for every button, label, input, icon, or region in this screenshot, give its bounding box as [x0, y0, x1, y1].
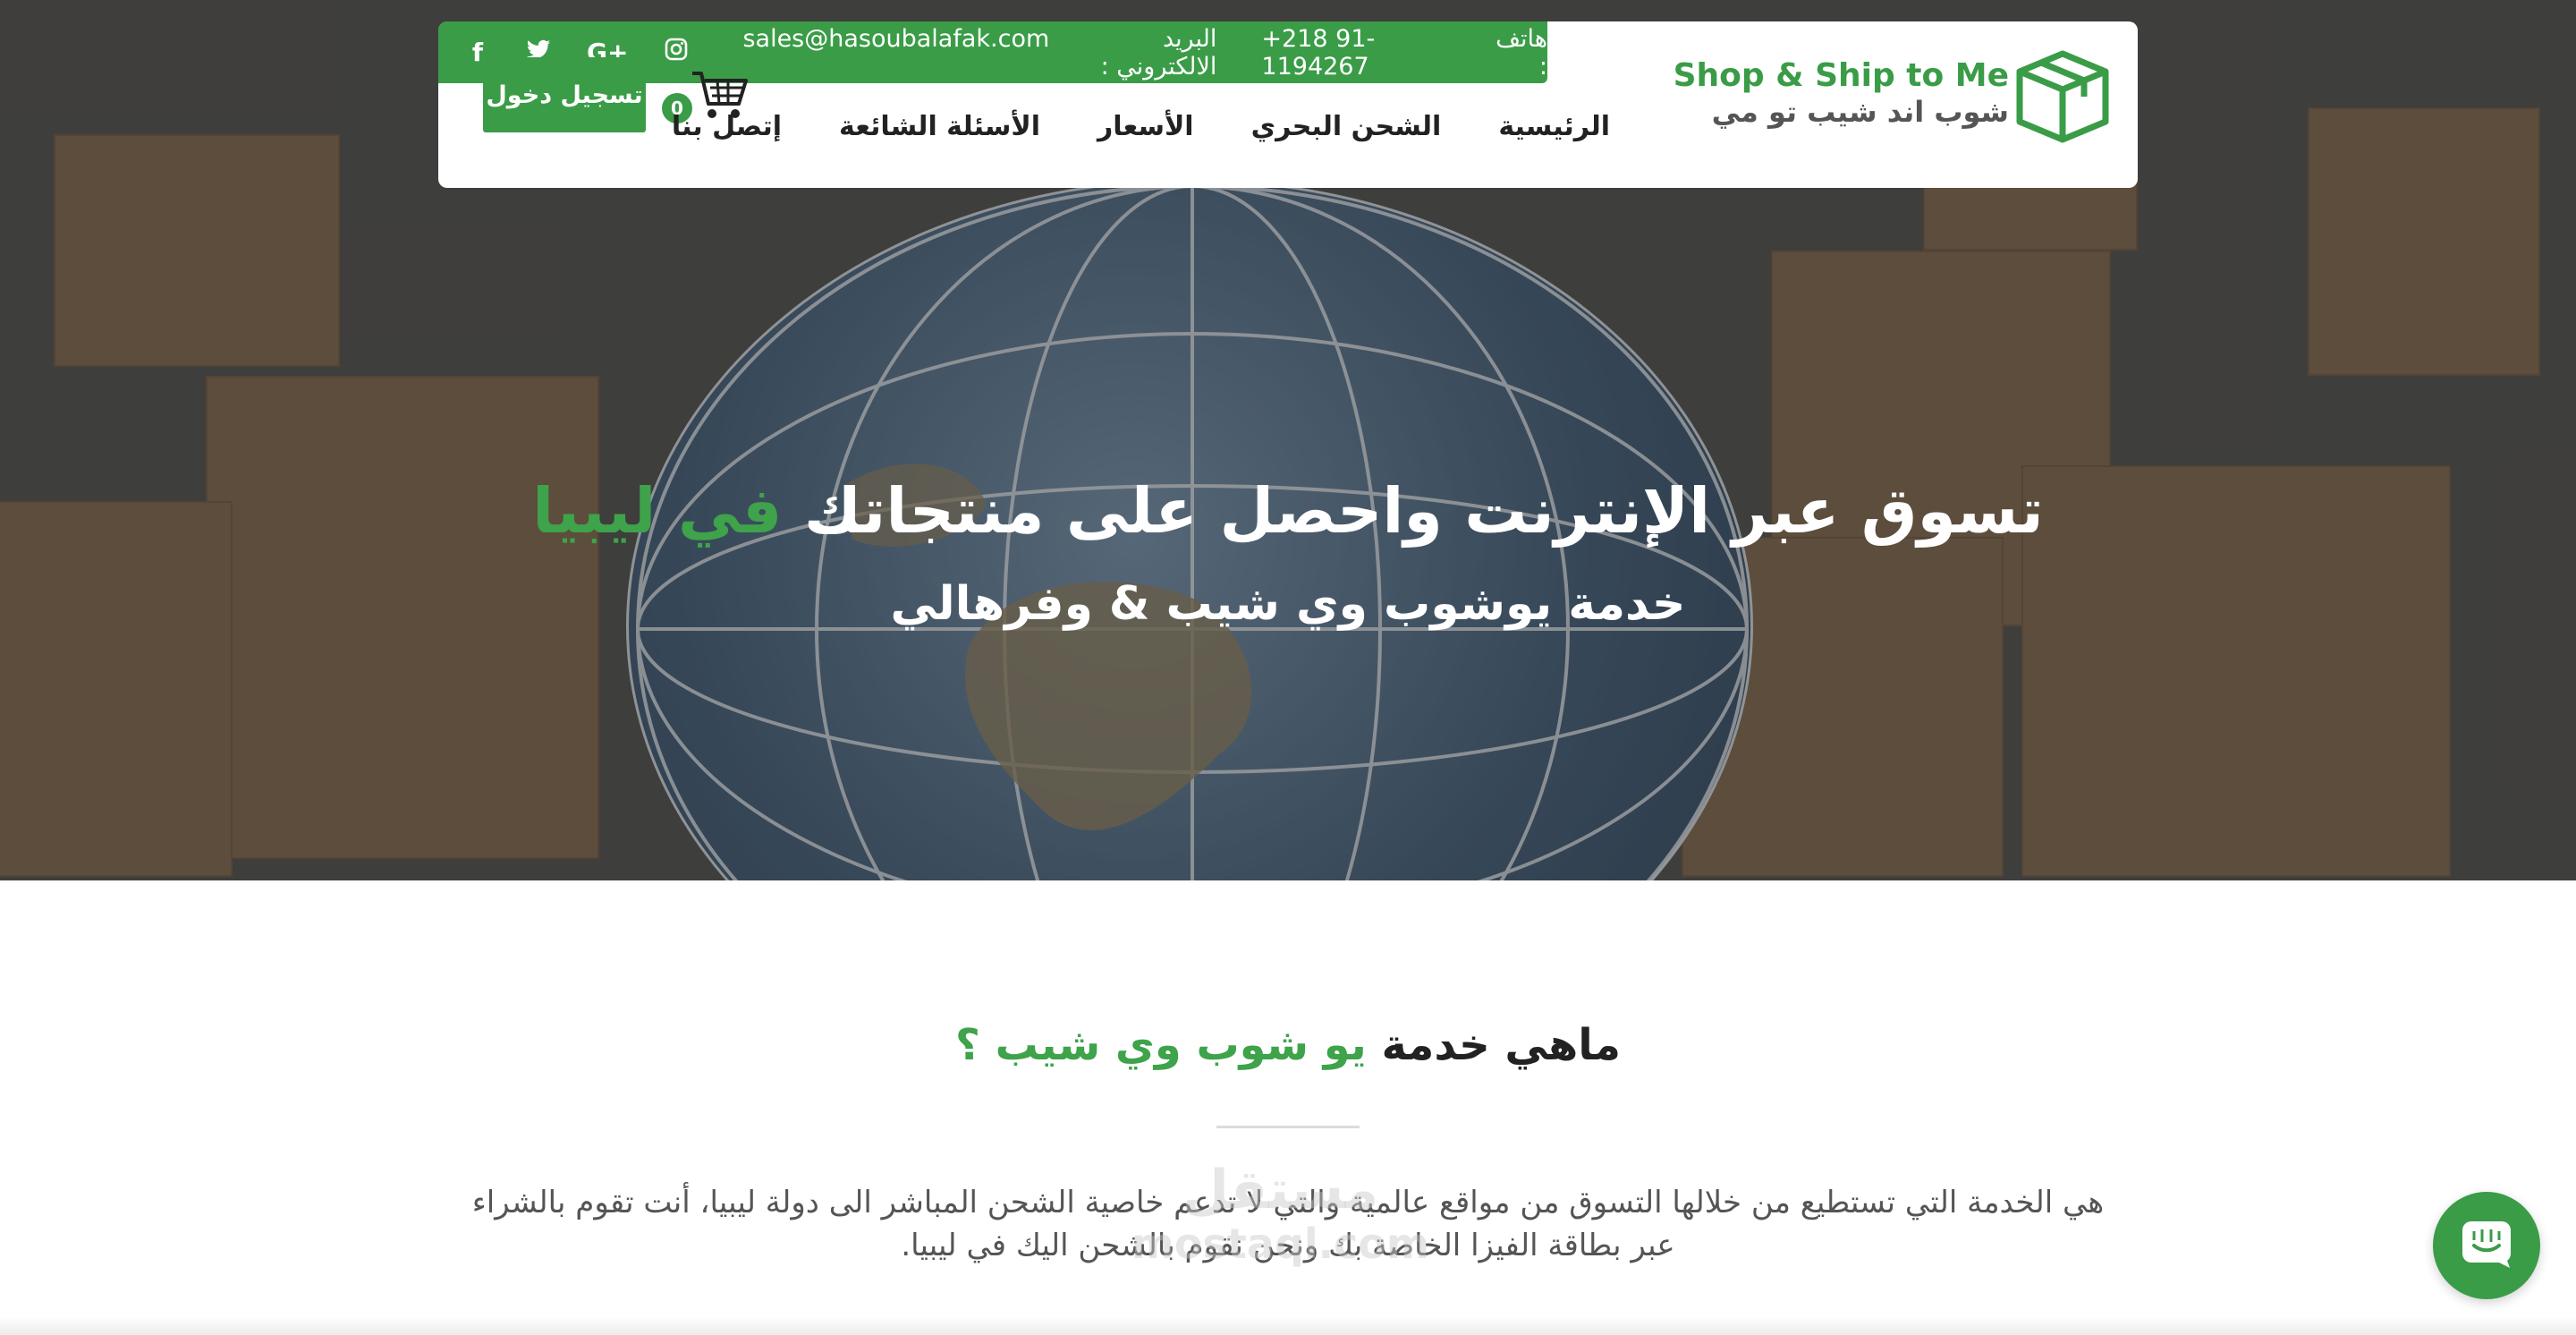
- nav-item-home[interactable]: الرئيسية: [1498, 111, 1610, 142]
- section-title: ماهي خدمة يو شوب وي شيب ؟: [955, 1020, 1621, 1070]
- site-header: f G+ البريد الالكتروني : sales@hasoubala…: [438, 21, 2138, 188]
- email-info: البريد الالكتروني : sales@hasoubalafak.c…: [742, 25, 1216, 81]
- phone-info: هاتف : +218 91-1194267: [1261, 25, 1547, 81]
- watermark-ar: مستقل: [1182, 1159, 1379, 1221]
- login-button[interactable]: تسجيل دخول: [483, 57, 646, 132]
- watermark-url: mostaql.com: [1131, 1220, 1429, 1268]
- box-logo-icon: [2012, 47, 2113, 145]
- watermark: مستقل mostaql.com: [1131, 1163, 1429, 1271]
- nav-item-sea-shipping[interactable]: الشحن البحري: [1251, 111, 1442, 142]
- main-nav: الرئيسية الشحن البحري الأسعار الأسئلة ال…: [672, 111, 1610, 142]
- email-link[interactable]: sales@hasoubalafak.com: [742, 25, 1049, 81]
- bottom-shadow: [0, 1317, 2576, 1335]
- logo-text-ar: شوب اند شيب تو مي: [1711, 95, 2009, 129]
- logo-text-en: Shop & Ship to Me: [1673, 57, 2009, 94]
- nav-item-prices[interactable]: الأسعار: [1097, 111, 1194, 142]
- nav-item-contact[interactable]: إتصل بنا: [672, 111, 782, 142]
- section-divider: [1216, 1126, 1360, 1128]
- section-title-accent: يو شوب وي شيب ؟: [955, 1020, 1367, 1070]
- hero-title: تسوق عبر الإنترنت واحصل على منتجاتك في ل…: [532, 474, 2044, 548]
- phone-label: هاتف :: [1496, 24, 1547, 81]
- hero-subtitle: خدمة يوشوب وي شيب & وفرهالي: [890, 577, 1686, 631]
- chat-icon: [2460, 1219, 2513, 1272]
- instagram-icon[interactable]: [664, 38, 689, 67]
- chat-launcher-button[interactable]: [2433, 1192, 2540, 1299]
- hero-title-accent: في ليبيا: [532, 474, 783, 548]
- email-label: البريد الالكتروني :: [1100, 24, 1217, 81]
- nav-item-faq[interactable]: الأسئلة الشائعة: [839, 111, 1040, 142]
- phone-number[interactable]: +218 91-1194267: [1261, 25, 1473, 81]
